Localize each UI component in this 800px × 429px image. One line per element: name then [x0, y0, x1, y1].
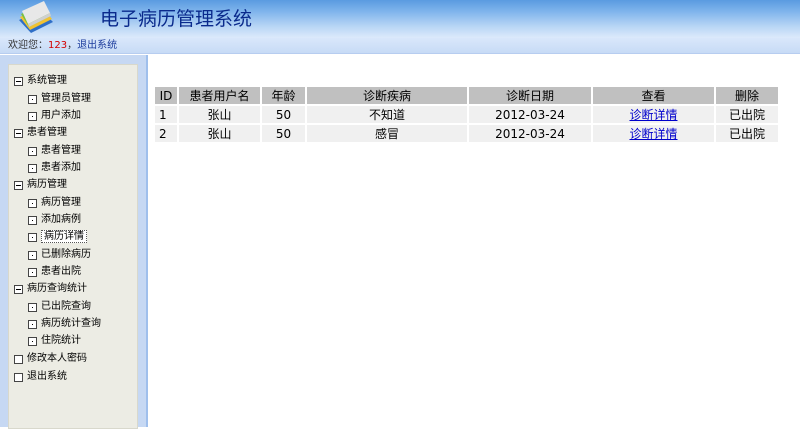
node-icon — [28, 319, 37, 329]
node-icon — [14, 372, 23, 382]
column-header-patient-username: 患者用户名 — [179, 87, 260, 104]
tree-item-logout[interactable]: 退出系统 — [14, 369, 67, 385]
current-username: 123 — [48, 40, 68, 51]
tree-item-add-patient[interactable]: 患者添加 — [28, 160, 81, 176]
tree-item-label: 已出院查询 — [41, 301, 91, 312]
tree-item-label: 已删除病历 — [41, 249, 91, 260]
cell-disease: 感冒 — [307, 125, 467, 142]
tree-item-patient-management[interactable]: 患者管理 — [28, 143, 81, 159]
tree-item-label: 退出系统 — [27, 371, 67, 382]
books-logo-icon — [19, 1, 53, 33]
column-header-delete: 删除 — [716, 87, 778, 104]
diagnosis-details-link[interactable]: 诊断详情 — [629, 108, 677, 122]
column-header-view: 查看 — [593, 87, 714, 104]
collapse-icon[interactable] — [14, 180, 23, 190]
welcome-separator: ， — [67, 40, 78, 51]
tree-item-record-details[interactable]: 病历详情 — [28, 229, 87, 245]
tree-item-label: 患者添加 — [41, 162, 81, 173]
node-icon — [28, 267, 37, 277]
tree-item-label: 病历详情 — [41, 230, 87, 243]
cell-view: 诊断详情 — [593, 125, 714, 142]
header-bar: 电子病历管理系统 — [0, 0, 800, 38]
column-header-age: 年龄 — [262, 87, 305, 104]
cell-age: 50 — [262, 125, 305, 142]
tree-item-label: 添加病例 — [41, 214, 81, 225]
node-icon — [28, 336, 37, 346]
tree-group-label: 患者管理 — [27, 127, 67, 138]
collapse-icon[interactable] — [14, 284, 23, 294]
table-row: 1 张山 50 不知道 2012-03-24 诊断详情 已出院 — [155, 106, 778, 123]
sidebar-divider[interactable] — [146, 55, 148, 427]
cell-age: 50 — [262, 106, 305, 123]
node-icon — [28, 232, 37, 242]
tree-item-patient-discharge[interactable]: 患者出院 — [28, 264, 81, 280]
welcome-bar: 欢迎您：123，退出系统 — [0, 38, 800, 54]
node-icon — [28, 111, 37, 121]
node-icon — [28, 215, 37, 225]
table-row: 2 张山 50 感冒 2012-03-24 诊断详情 已出院 — [155, 125, 778, 142]
records-table: ID 患者用户名 年龄 诊断疾病 诊断日期 查看 删除 1 张山 50 不知道 … — [153, 85, 780, 144]
tree-item-change-password[interactable]: 修改本人密码 — [14, 351, 87, 367]
tree-item-label: 病历统计查询 — [41, 318, 101, 329]
sidebar: 系统管理 管理员管理 用户添加 患者管理 患者管理 患者添加 病历管理 病历管理… — [0, 55, 146, 429]
collapse-icon[interactable] — [14, 128, 23, 138]
tree-item-label: 患者出院 — [41, 266, 81, 277]
tree-item-records-stat-query[interactable]: 病历统计查询 — [28, 316, 101, 332]
cell-status: 已出院 — [716, 125, 778, 142]
tree-item-inpatient-stats[interactable]: 住院统计 — [28, 333, 81, 349]
cell-name: 张山 — [179, 125, 260, 142]
tree-item-label: 管理员管理 — [41, 93, 91, 104]
node-icon — [28, 163, 37, 173]
welcome-prefix: 欢迎您： — [8, 40, 48, 51]
tree-item-label: 病历管理 — [41, 197, 81, 208]
node-icon — [28, 250, 37, 260]
tree-item-label: 患者管理 — [41, 145, 81, 156]
tree-group-label: 病历查询统计 — [27, 283, 87, 294]
tree-group-patient-management[interactable]: 患者管理 — [14, 125, 67, 141]
column-header-date: 诊断日期 — [469, 87, 591, 104]
cell-status: 已出院 — [716, 106, 778, 123]
cell-date: 2012-03-24 — [469, 106, 591, 123]
tree-item-label: 用户添加 — [41, 110, 81, 121]
node-icon — [28, 94, 37, 104]
tree-group-records-management[interactable]: 病历管理 — [14, 177, 67, 193]
table-header-row: ID 患者用户名 年龄 诊断疾病 诊断日期 查看 删除 — [155, 87, 778, 104]
tree-item-records-management[interactable]: 病历管理 — [28, 195, 81, 211]
app-title: 电子病历管理系统 — [100, 8, 253, 30]
tree-item-discharged-query[interactable]: 已出院查询 — [28, 299, 91, 315]
tree-group-label: 系统管理 — [27, 75, 67, 86]
column-header-id: ID — [155, 87, 177, 104]
logout-link[interactable]: 退出系统 — [77, 40, 117, 51]
tree-group-label: 病历管理 — [27, 179, 67, 190]
cell-id: 2 — [155, 125, 177, 142]
cell-name: 张山 — [179, 106, 260, 123]
tree-item-label: 住院统计 — [41, 335, 81, 346]
tree-group-system-management[interactable]: 系统管理 — [14, 73, 67, 89]
tree-item-add-case[interactable]: 添加病例 — [28, 212, 81, 228]
diagnosis-details-link[interactable]: 诊断详情 — [629, 127, 677, 141]
nav-tree: 系统管理 管理员管理 用户添加 患者管理 患者管理 患者添加 病历管理 病历管理… — [8, 64, 138, 429]
tree-item-admin-management[interactable]: 管理员管理 — [28, 91, 91, 107]
collapse-icon[interactable] — [14, 76, 23, 86]
column-header-diagnosis: 诊断疾病 — [307, 87, 467, 104]
cell-date: 2012-03-24 — [469, 125, 591, 142]
tree-item-label: 修改本人密码 — [27, 353, 87, 364]
tree-group-records-statistics[interactable]: 病历查询统计 — [14, 281, 87, 297]
node-icon — [28, 198, 37, 208]
node-icon — [14, 354, 23, 364]
node-icon — [28, 146, 37, 156]
cell-id: 1 — [155, 106, 177, 123]
tree-item-add-user[interactable]: 用户添加 — [28, 108, 81, 124]
cell-disease: 不知道 — [307, 106, 467, 123]
node-icon — [28, 302, 37, 312]
tree-item-deleted-records[interactable]: 已删除病历 — [28, 247, 91, 263]
cell-view: 诊断详情 — [593, 106, 714, 123]
